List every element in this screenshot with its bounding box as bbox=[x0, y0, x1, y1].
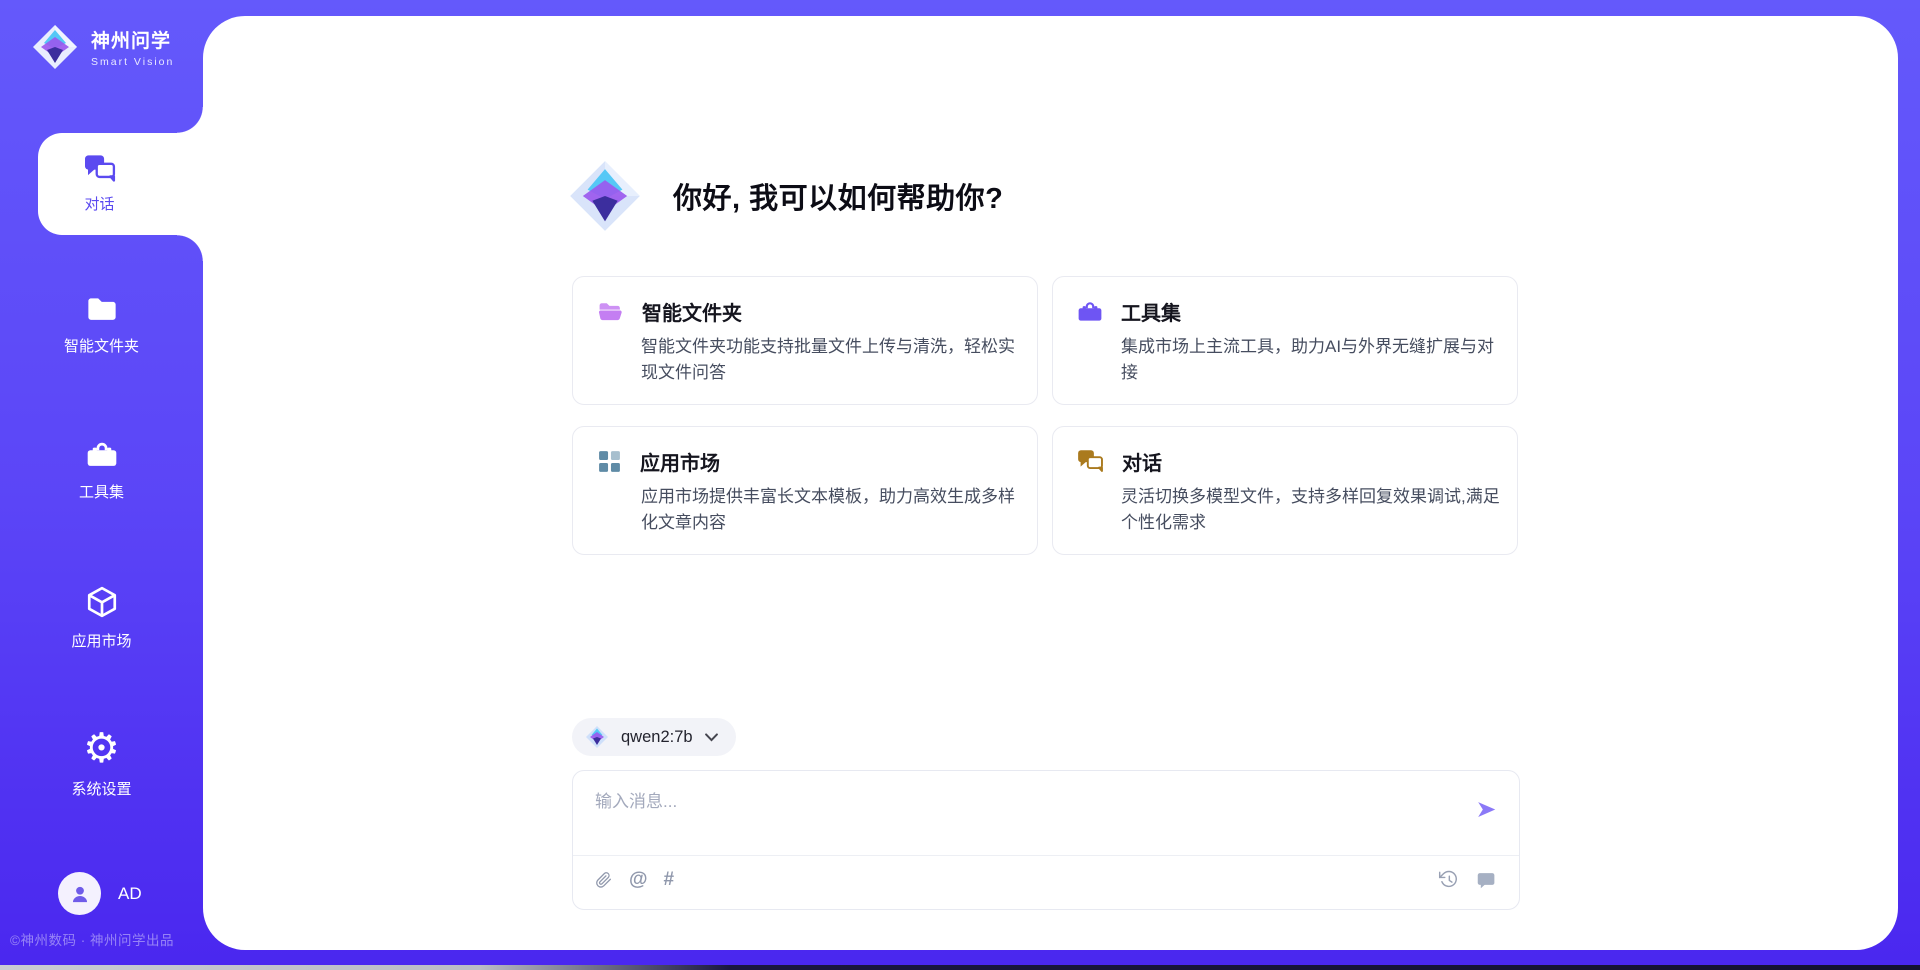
person-icon bbox=[67, 881, 93, 907]
feature-cards: 智能文件夹 智能文件夹功能支持批量文件上传与清洗，轻松实现文件问答 bbox=[572, 276, 1518, 555]
send-icon bbox=[1474, 799, 1499, 820]
brand-subtitle: Smart Vision bbox=[91, 56, 174, 68]
topic-icon: # bbox=[664, 869, 675, 890]
card-title: 应用市场 bbox=[640, 447, 720, 476]
card-description: 应用市场提供丰富长文本模板，助力高效生成多样化文章内容 bbox=[641, 484, 1023, 536]
mention-button[interactable]: @ bbox=[629, 869, 648, 891]
send-button[interactable] bbox=[1474, 799, 1499, 820]
brand-logo-icon bbox=[31, 23, 79, 71]
folder-icon bbox=[85, 294, 119, 324]
composer-tools-right bbox=[1438, 869, 1497, 891]
history-button[interactable] bbox=[1438, 869, 1460, 891]
model-selector[interactable]: qwen2:7b bbox=[572, 718, 736, 756]
topic-button[interactable]: # bbox=[664, 869, 675, 891]
sidebar-item-label: 应用市场 bbox=[71, 630, 131, 651]
card-smart-folder[interactable]: 智能文件夹 智能文件夹功能支持批量文件上传与清洗，轻松实现文件问答 bbox=[572, 276, 1038, 405]
card-title: 对话 bbox=[1122, 447, 1162, 476]
paperclip-icon bbox=[595, 869, 613, 891]
brand-name: 神州问学 bbox=[91, 26, 174, 53]
sidebar-item-settings[interactable]: ⚙ 系统设置 bbox=[0, 729, 203, 799]
folder-open-icon bbox=[597, 300, 624, 324]
sidebar-item-label: 系统设置 bbox=[71, 778, 131, 799]
user-initials: AD bbox=[118, 884, 142, 904]
card-app-market[interactable]: 应用市场 应用市场提供丰富长文本模板，助力高效生成多样化文章内容 bbox=[572, 426, 1038, 555]
bottom-screen-edge bbox=[0, 965, 1920, 970]
sidebar-item-label: 智能文件夹 bbox=[64, 335, 139, 356]
composer-divider bbox=[573, 855, 1519, 856]
main-panel: 你好, 我可以如何帮助你? 智能文件夹 智能文件夹功能支持批量文件上传与清洗，轻… bbox=[203, 16, 1898, 950]
chat-icon bbox=[1077, 449, 1104, 474]
chevron-down-icon bbox=[705, 733, 718, 742]
assistant-logo-icon bbox=[567, 158, 643, 234]
composer-tools-left: @ # bbox=[595, 869, 674, 891]
greeting-text: 你好, 我可以如何帮助你? bbox=[673, 175, 1003, 217]
message-input[interactable] bbox=[595, 787, 1455, 847]
sidebar-item-chat[interactable]: 对话 bbox=[38, 133, 205, 235]
chat-icon bbox=[83, 154, 117, 184]
avatar bbox=[58, 872, 101, 915]
speech-bubble-icon bbox=[1476, 870, 1497, 891]
brand: 神州问学 Smart Vision bbox=[31, 23, 174, 71]
sidebar-footer-text: ©神州数码 · 神州问学出品 bbox=[10, 929, 174, 949]
sidebar-item-app-market[interactable]: 应用市场 bbox=[0, 585, 203, 651]
card-title: 工具集 bbox=[1121, 297, 1181, 326]
card-chat[interactable]: 对话 灵活切换多模型文件，支持多样回复效果调试,满足个性化需求 bbox=[1052, 426, 1518, 555]
cube-icon bbox=[85, 585, 119, 619]
card-description: 集成市场上主流工具，助力AI与外界无缝扩展与对接 bbox=[1121, 334, 1503, 386]
model-name: qwen2:7b bbox=[621, 728, 693, 747]
card-title: 智能文件夹 bbox=[642, 297, 742, 326]
card-toolset[interactable]: 工具集 集成市场上主流工具，助力AI与外界无缝扩展与对接 bbox=[1052, 276, 1518, 405]
toolbox-icon bbox=[85, 440, 119, 470]
sidebar-item-smart-folder[interactable]: 智能文件夹 bbox=[0, 294, 203, 356]
feedback-button[interactable] bbox=[1476, 870, 1497, 891]
greeting: 你好, 我可以如何帮助你? bbox=[567, 158, 1003, 234]
card-description: 智能文件夹功能支持批量文件上传与清洗，轻松实现文件问答 bbox=[641, 334, 1023, 386]
app-grid-icon bbox=[597, 449, 622, 474]
user-account[interactable]: AD bbox=[58, 872, 142, 915]
active-tab-bottom-fillet bbox=[177, 235, 203, 261]
mention-icon: @ bbox=[629, 869, 648, 890]
sidebar-item-toolset[interactable]: 工具集 bbox=[0, 440, 203, 502]
attach-file-button[interactable] bbox=[595, 869, 613, 891]
sidebar-item-label: 工具集 bbox=[79, 481, 124, 502]
message-composer: @ # bbox=[572, 770, 1520, 910]
sidebar-item-label: 对话 bbox=[84, 193, 114, 214]
app-window: 神州问学 Smart Vision 对话 bbox=[0, 0, 1920, 970]
card-description: 灵活切换多模型文件，支持多样回复效果调试,满足个性化需求 bbox=[1121, 484, 1503, 536]
model-logo-icon bbox=[585, 725, 609, 749]
gear-icon: ⚙ bbox=[83, 729, 120, 767]
active-tab-top-fillet bbox=[177, 107, 203, 133]
toolbox-icon bbox=[1077, 300, 1103, 324]
history-icon bbox=[1438, 869, 1460, 891]
